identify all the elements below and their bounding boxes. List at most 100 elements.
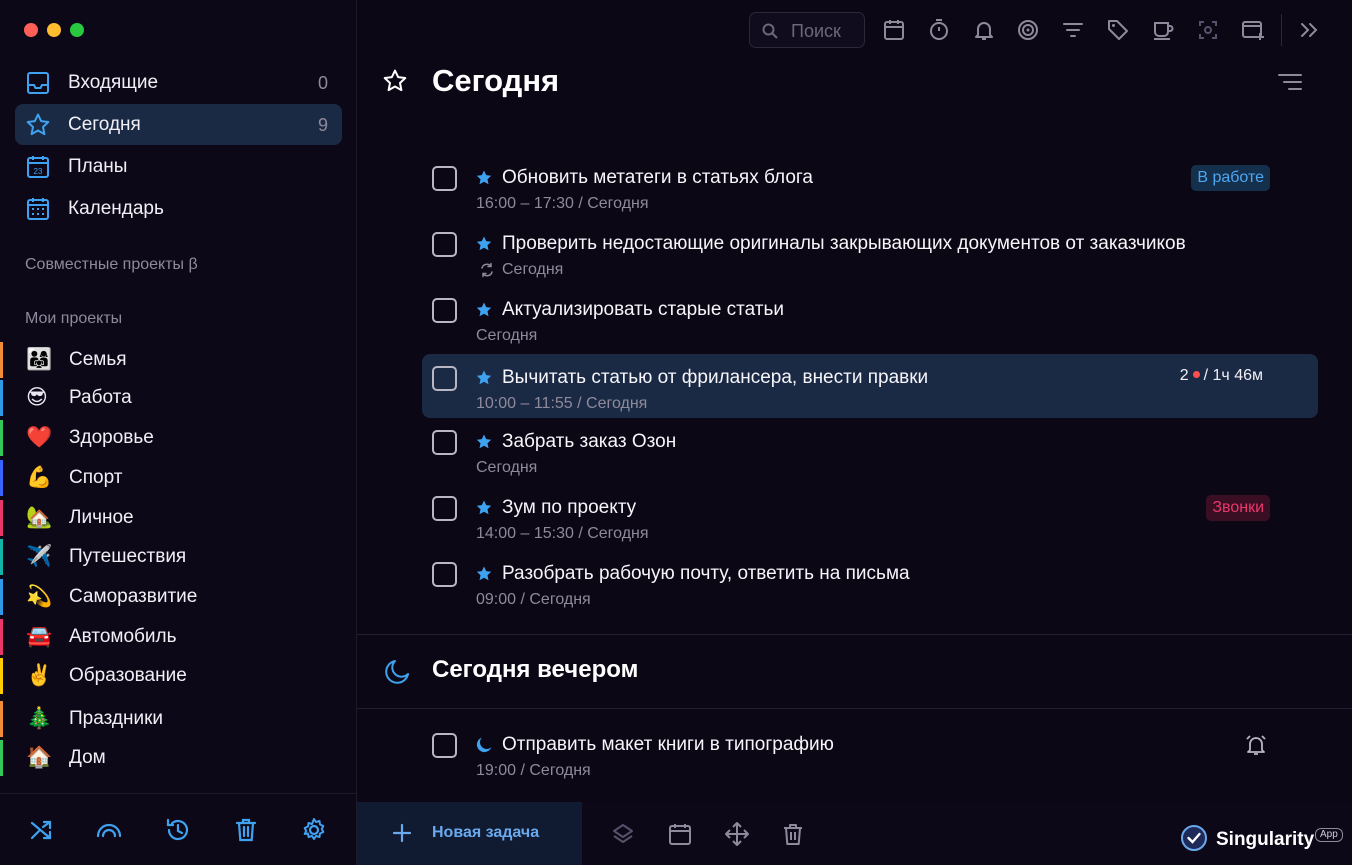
zoom-window-button[interactable] xyxy=(70,23,84,37)
task-checkbox[interactable] xyxy=(432,166,457,191)
task-meta: 14:00 – 15:30 / Сегодня xyxy=(476,525,649,542)
sidebar-item-calendar[interactable]: Календарь xyxy=(15,188,342,229)
search-placeholder: Поиск xyxy=(791,21,841,41)
task-count: 2 xyxy=(1179,367,1189,384)
project-item[interactable]: 🏡 Личное xyxy=(0,500,356,536)
task-time-info: 2 / 1ч 46м xyxy=(1180,367,1263,385)
task-title: Вычитать статью от фрилансера, внести пр… xyxy=(502,367,929,388)
project-item[interactable]: 🏠 Дом xyxy=(0,740,356,776)
sidebar-item-inbox[interactable]: Входящие 0 xyxy=(15,62,342,103)
new-window-icon[interactable] xyxy=(1241,18,1265,42)
project-item[interactable]: 😎 Работа xyxy=(0,380,356,416)
task-row[interactable]: Актуализировать старые статьи Сегодня xyxy=(422,286,1318,350)
project-emoji-icon: ❤️ xyxy=(26,426,53,449)
project-emoji-icon: ✈️ xyxy=(26,545,53,568)
coffee-icon[interactable] xyxy=(1151,18,1175,42)
calendar-grid-icon xyxy=(27,198,49,220)
trash-icon[interactable] xyxy=(780,821,806,847)
bell-icon[interactable] xyxy=(972,18,996,42)
project-emoji-icon: 💪 xyxy=(26,466,53,489)
task-badge[interactable]: Звонки xyxy=(1206,495,1270,521)
screenshot-icon[interactable] xyxy=(1196,18,1220,42)
task-row[interactable]: Вычитать статью от фрилансера, внести пр… xyxy=(422,354,1318,418)
timer-icon[interactable] xyxy=(927,18,951,42)
sidebar-item-label: Входящие xyxy=(68,72,159,93)
task-title: Разобрать рабочую почту, ответить на пис… xyxy=(502,563,910,584)
singularity-logo-icon xyxy=(1181,825,1207,851)
task-row[interactable]: Обновить метатеги в статьях блога 16:00 –… xyxy=(422,154,1318,218)
bottom-bar: Новая задача Singularity App xyxy=(357,802,1352,865)
project-item[interactable]: ✌️ Образование xyxy=(0,658,356,694)
task-checkbox[interactable] xyxy=(432,366,457,391)
task-checkbox[interactable] xyxy=(432,496,457,521)
task-row[interactable]: Проверить недостающие оригиналы закрываю… xyxy=(422,220,1318,284)
tag-icon[interactable] xyxy=(1106,18,1130,42)
minimize-window-button[interactable] xyxy=(47,23,61,37)
filter-icon[interactable] xyxy=(1061,18,1085,42)
project-color-bar xyxy=(0,539,3,575)
task-checkbox[interactable] xyxy=(432,430,457,455)
task-title: Актуализировать старые статьи xyxy=(502,299,785,320)
shuffle-icon[interactable] xyxy=(28,816,56,844)
status-dot xyxy=(1192,371,1200,378)
task-row[interactable]: Разобрать рабочую почту, ответить на пис… xyxy=(422,550,1318,614)
new-task-button[interactable]: Новая задача xyxy=(357,802,582,865)
star-marker-icon xyxy=(476,170,492,185)
task-meta: 19:00 / Сегодня xyxy=(476,762,591,779)
task-checkbox[interactable] xyxy=(432,733,457,758)
task-checkbox[interactable] xyxy=(432,562,457,587)
project-color-bar xyxy=(0,500,3,536)
alarm-icon[interactable] xyxy=(1244,733,1268,757)
trash-icon[interactable] xyxy=(232,816,260,844)
sidebar-item-today[interactable]: Сегодня 9 xyxy=(15,104,342,145)
project-color-bar xyxy=(0,701,3,737)
task-row[interactable]: Забрать заказ Озон Сегодня xyxy=(422,418,1318,482)
history-icon[interactable] xyxy=(164,816,192,844)
task-badge[interactable]: В работе xyxy=(1191,165,1270,191)
task-row[interactable]: Отправить макет книги в типографию 19:00 … xyxy=(422,721,1318,785)
project-emoji-icon: 👨‍👩‍👧 xyxy=(26,348,53,371)
sidebar-item-label: Планы xyxy=(68,156,128,177)
calendar-icon[interactable] xyxy=(882,18,906,42)
project-label: Семья xyxy=(69,349,127,370)
search-input[interactable]: Поиск xyxy=(749,12,865,48)
project-item[interactable]: 💪 Спорт xyxy=(0,460,356,496)
section-divider xyxy=(357,634,1352,635)
project-color-bar xyxy=(0,380,3,416)
focus-icon[interactable] xyxy=(1016,18,1040,42)
toolbar-divider xyxy=(1281,14,1282,46)
task-row[interactable]: Зум по проекту 14:00 – 15:30 / Сегодня Зво… xyxy=(422,484,1318,548)
expand-icon[interactable] xyxy=(1297,18,1321,42)
project-color-bar xyxy=(0,460,3,496)
task-checkbox[interactable] xyxy=(432,232,457,257)
task-checkbox[interactable] xyxy=(432,298,457,323)
project-emoji-icon: 🏡 xyxy=(26,506,53,529)
move-icon[interactable] xyxy=(724,821,750,847)
project-item[interactable]: 🎄 Праздники xyxy=(0,701,356,737)
project-label: Праздники xyxy=(69,708,163,729)
star-marker-icon xyxy=(476,500,492,515)
settings-icon[interactable] xyxy=(300,816,328,844)
rainbow-icon[interactable] xyxy=(95,816,123,844)
project-item[interactable]: ✈️ Путешествия xyxy=(0,539,356,575)
project-label: Личное xyxy=(69,507,134,528)
project-item[interactable]: 👨‍👩‍👧 Семья xyxy=(0,342,356,378)
close-window-button[interactable] xyxy=(24,23,38,37)
shared-projects-title[interactable]: Совместные проекты β xyxy=(25,256,198,274)
sort-icon[interactable] xyxy=(1277,70,1303,94)
project-color-bar xyxy=(0,658,3,694)
sidebar-footer xyxy=(0,793,356,865)
project-label: Образование xyxy=(69,665,187,686)
sidebar-item-plans[interactable]: 23 Планы xyxy=(15,146,342,187)
moon-marker-icon xyxy=(476,737,492,753)
calendar-icon[interactable] xyxy=(667,821,693,847)
calendar-23-icon: 23 xyxy=(27,156,49,178)
task-meta: 09:00 / Сегодня xyxy=(476,591,591,608)
star-outline-icon xyxy=(383,69,407,92)
project-item[interactable]: ❤️ Здоровье xyxy=(0,420,356,456)
layers-icon[interactable] xyxy=(610,821,636,847)
project-label: Путешествия xyxy=(69,546,187,567)
project-item[interactable]: 🚘 Автомобиль xyxy=(0,619,356,655)
project-label: Дом xyxy=(69,747,106,768)
project-item[interactable]: 💫 Саморазвитие xyxy=(0,579,356,615)
